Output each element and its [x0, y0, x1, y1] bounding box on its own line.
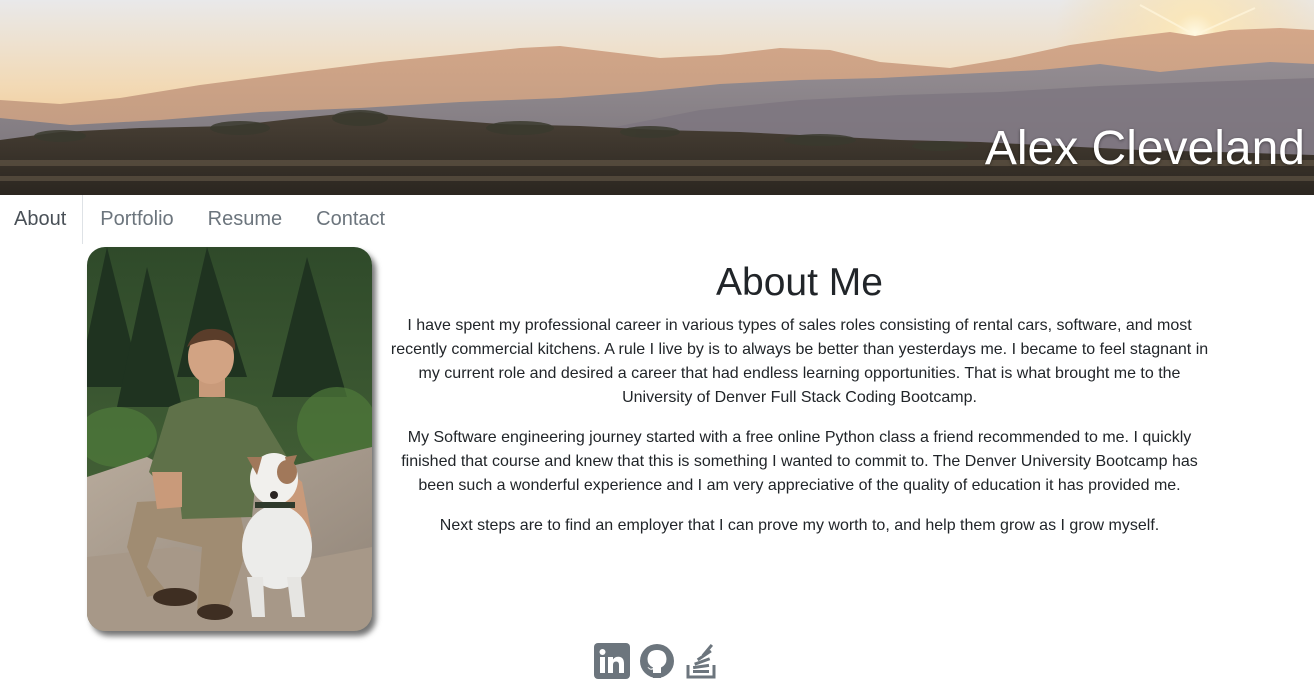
about-title: About Me [716, 261, 883, 304]
stackoverflow-icon[interactable] [684, 643, 720, 679]
nav-tab-resume[interactable]: Resume [191, 195, 299, 244]
nav-tab-contact[interactable]: Contact [299, 195, 402, 244]
github-icon[interactable] [639, 643, 675, 679]
header-banner: Alex Cleveland [0, 0, 1314, 195]
social-links [594, 643, 724, 681]
about-paragraph-1: I have spent my professional career in v… [390, 317, 1209, 406]
about-section: About Me I have spent my professional ca… [388, 258, 1211, 554]
about-paragraph-2: My Software engineering journey started … [401, 429, 1198, 494]
main-nav: About Portfolio Resume Contact [0, 195, 460, 244]
linkedin-icon[interactable] [594, 643, 630, 679]
nav-tab-about[interactable]: About [0, 195, 84, 244]
site-owner-name: Alex Cleveland [984, 122, 1305, 175]
about-paragraph-3: Next steps are to find an employer that … [439, 517, 1160, 534]
nav-tab-portfolio[interactable]: Portfolio [83, 195, 190, 244]
profile-photo [87, 247, 372, 631]
